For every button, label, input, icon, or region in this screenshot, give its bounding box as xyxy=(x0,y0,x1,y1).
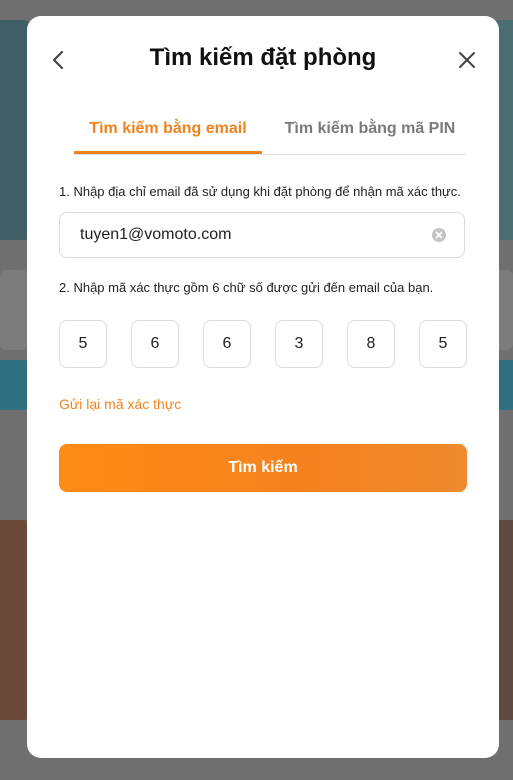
verification-code-input: 5 6 6 3 8 5 xyxy=(59,320,467,368)
background-card xyxy=(0,270,28,350)
code-digit-box[interactable]: 5 xyxy=(59,320,107,368)
clear-circle-icon[interactable] xyxy=(432,228,446,242)
background-image xyxy=(0,520,30,720)
search-method-tabs: Tìm kiếm bằng email Tìm kiếm bằng mã PIN xyxy=(74,106,466,155)
modal-title: Tìm kiếm đặt phòng xyxy=(149,44,377,71)
search-button[interactable]: Tìm kiếm xyxy=(59,444,467,492)
code-digit-box[interactable]: 5 xyxy=(419,320,467,368)
background-image xyxy=(0,20,30,240)
code-instruction: 2. Nhập mã xác thực gồm 6 chữ số được gử… xyxy=(59,280,434,295)
email-input[interactable] xyxy=(80,213,420,257)
tab-search-by-pin[interactable]: Tìm kiếm bằng mã PIN xyxy=(264,106,476,152)
search-booking-modal: Tìm kiếm đặt phòng Tìm kiếm bằng email T… xyxy=(27,16,499,758)
code-digit-box[interactable]: 8 xyxy=(347,320,395,368)
code-digit-box[interactable]: 6 xyxy=(131,320,179,368)
tab-search-by-email[interactable]: Tìm kiếm bằng email xyxy=(74,106,262,154)
email-instruction: 1. Nhập địa chỉ email đã sử dụng khi đặt… xyxy=(59,184,461,199)
email-field xyxy=(59,212,465,258)
close-button[interactable] xyxy=(455,48,479,72)
close-icon xyxy=(459,52,475,68)
code-digit-box[interactable]: 3 xyxy=(275,320,323,368)
code-digit-box[interactable]: 6 xyxy=(203,320,251,368)
resend-code-link[interactable]: Gửi lại mã xác thực xyxy=(59,396,181,412)
background-banner xyxy=(0,360,30,410)
